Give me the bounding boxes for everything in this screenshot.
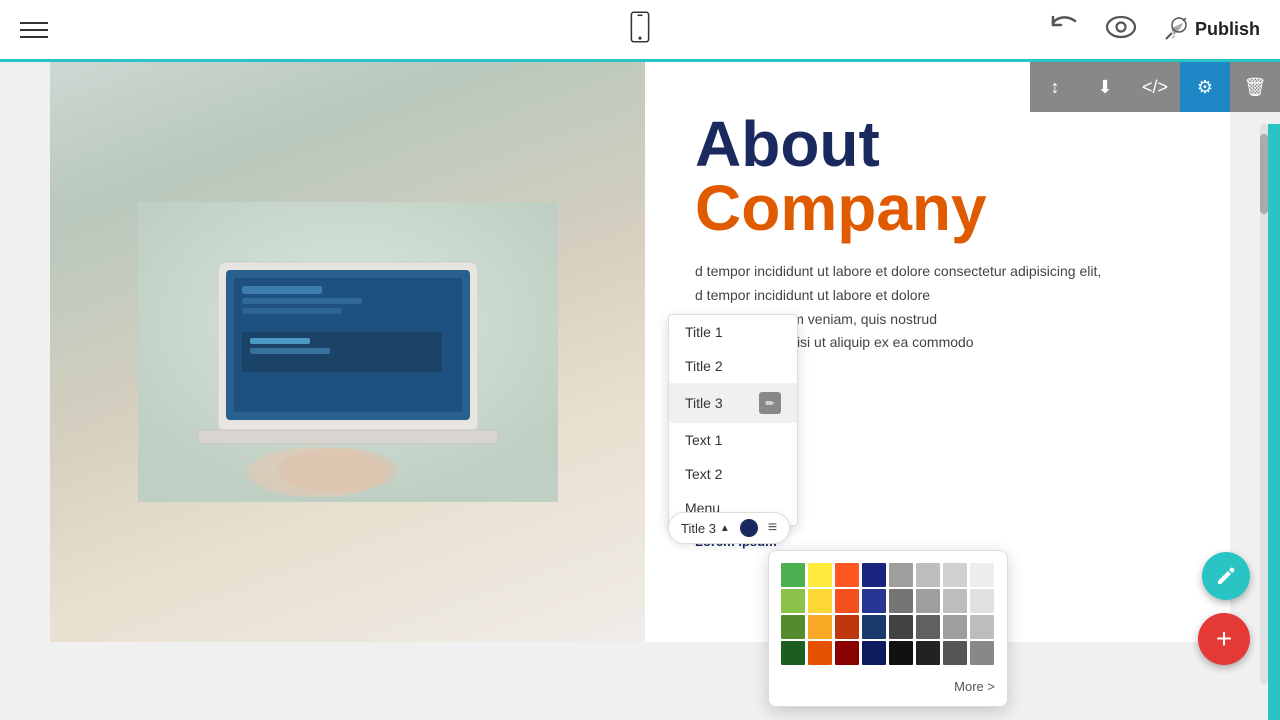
color-swatch[interactable] — [943, 641, 967, 665]
about-heading: About — [695, 112, 1190, 176]
edit-pencil-icon[interactable]: ✏ — [759, 392, 781, 414]
dropdown-item-text1[interactable]: Text 1 — [669, 423, 797, 457]
scroll-thumb[interactable] — [1260, 134, 1268, 214]
color-swatch[interactable] — [916, 615, 940, 639]
dropdown-title1-label: Title 1 — [685, 324, 723, 340]
dropdown-text2-label: Text 2 — [685, 466, 722, 482]
color-swatch[interactable] — [916, 641, 940, 665]
plus-icon: + — [1216, 625, 1232, 653]
color-swatch[interactable] — [835, 615, 859, 639]
more-colors-button[interactable]: More > — [781, 675, 995, 694]
publish-button[interactable]: Publish — [1161, 17, 1260, 43]
color-swatch[interactable] — [808, 615, 832, 639]
undo-icon[interactable] — [1049, 13, 1081, 46]
settings-button[interactable]: ⚙ — [1180, 62, 1230, 112]
dropdown-title3-label: Title 3 — [685, 395, 723, 411]
chevron-up-icon: ▲ — [720, 523, 730, 534]
preview-icon[interactable] — [1105, 13, 1137, 46]
content-section: About Company d tempor incididunt ut lab… — [50, 62, 1230, 642]
dropdown-menu: Title 1 Title 2 Title 3 ✏ Text 1 Text 2 … — [668, 314, 798, 526]
color-swatch[interactable] — [835, 563, 859, 587]
color-swatch[interactable] — [889, 641, 913, 665]
dropdown-item-title1[interactable]: Title 1 — [669, 315, 797, 349]
publish-label: Publish — [1195, 19, 1260, 40]
fab-add-button[interactable]: + — [1198, 613, 1250, 665]
color-grid — [781, 563, 995, 665]
color-dot[interactable] — [740, 519, 758, 537]
company-heading: Company — [695, 176, 1190, 240]
color-swatch[interactable] — [943, 563, 967, 587]
color-swatch[interactable] — [889, 563, 913, 587]
laptop-photo — [50, 62, 645, 642]
scrollbar[interactable] — [1260, 124, 1268, 684]
style-bar-text: Title 3 — [681, 521, 716, 536]
color-swatch[interactable] — [916, 589, 940, 613]
element-toolbar: ↕ ⬇ </> ⚙ 🗑 — [1030, 62, 1280, 112]
dropdown-text1-label: Text 1 — [685, 432, 722, 448]
color-picker: More > — [768, 550, 1008, 707]
top-bar: Publish — [0, 0, 1280, 62]
color-swatch[interactable] — [862, 589, 886, 613]
delete-button[interactable]: 🗑 — [1230, 62, 1280, 112]
download-button[interactable]: ⬇ — [1080, 62, 1130, 112]
canvas: About Company d tempor incididunt ut lab… — [0, 62, 1280, 720]
phone-icon[interactable] — [624, 11, 656, 48]
dropdown-item-text2[interactable]: Text 2 — [669, 457, 797, 491]
hamburger-menu[interactable] — [20, 22, 48, 38]
left-image — [50, 62, 645, 642]
color-swatch[interactable] — [835, 589, 859, 613]
color-swatch[interactable] — [862, 641, 886, 665]
color-swatch[interactable] — [943, 615, 967, 639]
color-swatch[interactable] — [970, 641, 994, 665]
dropdown-title2-label: Title 2 — [685, 358, 723, 374]
code-button[interactable]: </> — [1130, 62, 1180, 112]
color-swatch[interactable] — [781, 589, 805, 613]
more-label: More > — [954, 679, 995, 694]
blue-border — [1268, 124, 1280, 720]
color-swatch[interactable] — [943, 589, 967, 613]
color-swatch[interactable] — [781, 563, 805, 587]
color-swatch[interactable] — [889, 589, 913, 613]
color-swatch[interactable] — [916, 563, 940, 587]
dropdown-item-title2[interactable]: Title 2 — [669, 349, 797, 383]
color-swatch[interactable] — [862, 563, 886, 587]
color-swatch[interactable] — [808, 563, 832, 587]
style-bar[interactable]: Title 3 ▲ ≡ — [668, 512, 790, 544]
color-swatch[interactable] — [970, 563, 994, 587]
color-swatch[interactable] — [970, 589, 994, 613]
color-swatch[interactable] — [889, 615, 913, 639]
color-swatch[interactable] — [808, 589, 832, 613]
dropdown-item-title3[interactable]: Title 3 ✏ — [669, 383, 797, 423]
fab-edit-button[interactable] — [1202, 552, 1250, 600]
style-bar-label[interactable]: Title 3 ▲ — [681, 521, 730, 536]
move-updown-button[interactable]: ↕ — [1030, 62, 1080, 112]
color-swatch[interactable] — [781, 615, 805, 639]
color-swatch[interactable] — [970, 615, 994, 639]
color-swatch[interactable] — [781, 641, 805, 665]
color-swatch[interactable] — [862, 615, 886, 639]
color-swatch[interactable] — [808, 641, 832, 665]
align-icon[interactable]: ≡ — [768, 519, 777, 537]
color-swatch[interactable] — [835, 641, 859, 665]
